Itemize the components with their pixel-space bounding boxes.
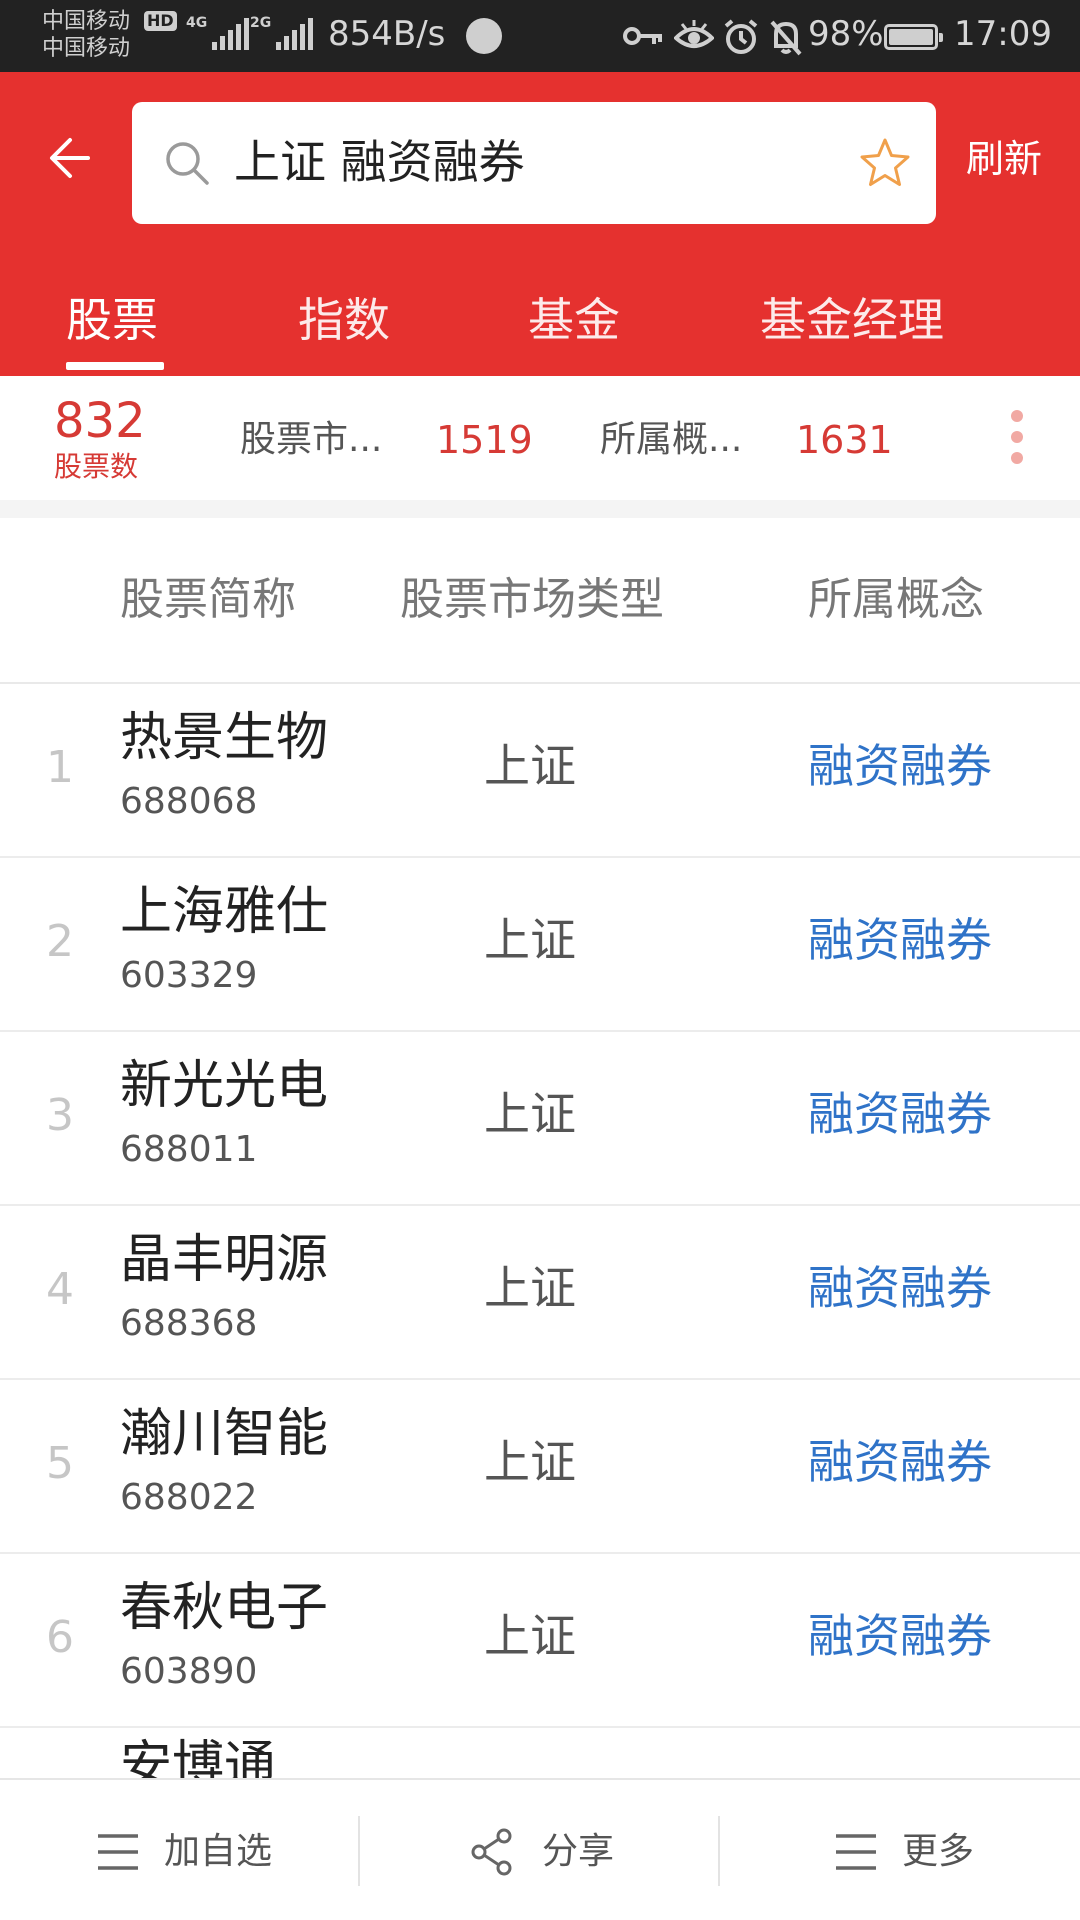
concept-link[interactable]: 融资融券 (808, 1084, 992, 1144)
row-rank: 5 (46, 1438, 74, 1489)
menu-lines-icon (836, 1834, 876, 1870)
share-label: 分享 (542, 1831, 615, 1872)
row-rank: 4 (46, 1264, 74, 1315)
row-rank: 2 (46, 916, 74, 967)
market-type: 上证 (484, 1435, 576, 1489)
menu-lines-icon (98, 1834, 138, 1870)
filter-market-type-count[interactable]: 1519 (436, 416, 533, 464)
status-bar: 中国移动 中国移动 HD 4G 2G 854B/s 98% 17:09 (0, 0, 1080, 72)
concept-link[interactable]: 融资融券 (808, 910, 992, 970)
share-icon (471, 1828, 512, 1876)
stock-code: 688368 (120, 1303, 258, 1344)
stock-name: 新光光电 (120, 1056, 329, 1116)
key-icon (623, 27, 662, 45)
table-row[interactable]: 5 瀚川智能 688022 上证 融资融券 (0, 1380, 1080, 1554)
signal-4g-icon: 4G (186, 15, 250, 50)
stock-name: 晶丰明源 (120, 1230, 329, 1290)
concept-link[interactable]: 融资融券 (808, 1258, 992, 1318)
table-row[interactable]: 2 上海雅仕 603329 上证 融资融券 (0, 858, 1080, 1032)
header: 上证 融资融券 刷新 股票 指数 基金 基金经理 (0, 72, 1080, 376)
favorite-star-icon[interactable] (858, 136, 912, 190)
filter-concept[interactable]: 所属概... (600, 416, 742, 464)
alarm-icon (724, 19, 758, 54)
column-header-name[interactable]: 股票简称 (120, 552, 296, 648)
table-header: 股票简称 股票市场类型 所属概念 (0, 518, 1080, 682)
add-to-watchlist-label: 加自选 (164, 1831, 273, 1872)
tab-indices[interactable]: 指数 (298, 290, 390, 350)
signal-2g-icon: 2G (250, 15, 314, 50)
battery-percent: 98% (808, 14, 884, 54)
search-query-text: 上证 融资融券 (234, 135, 525, 189)
concept-link[interactable]: 融资融券 (808, 736, 992, 796)
stock-count: 832 (54, 393, 146, 449)
tab-stocks[interactable]: 股票 (66, 290, 158, 350)
stock-count-label: 股票数 (54, 450, 139, 483)
stock-name: 热景生物 (120, 708, 329, 768)
net-speed: 854B/s (328, 14, 446, 54)
carrier-1: 中国移动 (42, 9, 131, 34)
row-rank: 3 (46, 1090, 74, 1141)
share-button[interactable]: 分享 (360, 1780, 718, 1920)
category-tabs: 股票 指数 基金 基金经理 (0, 276, 1080, 376)
column-header-market[interactable]: 股票市场类型 (400, 552, 672, 648)
stock-name: 上海雅仕 (120, 882, 329, 942)
stock-name: 瀚川智能 (120, 1404, 329, 1464)
stock-code: 688068 (120, 781, 258, 822)
table-row[interactable]: 6 春秋电子 603890 上证 融资融券 (0, 1554, 1080, 1728)
result-summary: 832 股票数 股票市... 1519 所属概... 1631 (0, 376, 1080, 500)
market-type: 上证 (484, 739, 576, 793)
stock-code: 603329 (120, 955, 258, 996)
search-icon (166, 142, 209, 185)
carrier-2: 中国移动 (42, 36, 131, 61)
table-row[interactable]: 1 热景生物 688068 上证 融资融券 (0, 684, 1080, 858)
market-type: 上证 (484, 1261, 576, 1315)
filter-market-type[interactable]: 股票市... (240, 416, 382, 464)
table-row[interactable]: 4 晶丰明源 688368 上证 融资融券 (0, 1206, 1080, 1380)
market-type: 上证 (484, 1609, 576, 1663)
active-tab-indicator (66, 362, 164, 370)
stock-code: 603890 (120, 1651, 258, 1692)
carrier-info: 中国移动 中国移动 (42, 8, 130, 62)
clock: 17:09 (954, 14, 1052, 54)
section-divider (0, 500, 1080, 518)
eye-icon (674, 20, 714, 48)
stock-list: 1 热景生物 688068 上证 融资融券 2 上海雅仕 603329 上证 融… (0, 684, 1080, 1788)
hd-badge: HD (144, 11, 177, 31)
signal-4g-label: 4G (186, 15, 208, 31)
row-rank: 1 (46, 742, 74, 793)
bottom-toolbar: 加自选 分享 更多 (0, 1778, 1080, 1920)
battery-icon (884, 24, 943, 50)
bell-off-icon (770, 20, 802, 56)
tab-fund-managers[interactable]: 基金经理 (760, 290, 944, 350)
more-label: 更多 (902, 1831, 975, 1872)
more-button[interactable]: 更多 (720, 1780, 1078, 1920)
add-to-watchlist-button[interactable]: 加自选 (0, 1780, 358, 1920)
tab-funds[interactable]: 基金 (528, 290, 620, 350)
row-rank: 6 (46, 1612, 74, 1663)
table-row[interactable]: 3 新光光电 688011 上证 融资融券 (0, 1032, 1080, 1206)
more-options-icon[interactable] (1008, 410, 1026, 470)
concept-link[interactable]: 融资融券 (808, 1606, 992, 1666)
stock-code: 688011 (120, 1129, 258, 1170)
app-notification-icon (466, 18, 502, 54)
filter-concept-count[interactable]: 1631 (796, 416, 893, 464)
column-header-concept[interactable]: 所属概念 (808, 552, 984, 648)
search-input[interactable]: 上证 融资融券 (132, 102, 936, 224)
stock-code: 688022 (120, 1477, 258, 1518)
screen: 中国移动 中国移动 HD 4G 2G 854B/s 98% 17:09 上证 融… (0, 0, 1080, 1920)
stock-name: 春秋电子 (120, 1578, 329, 1638)
back-arrow-icon[interactable] (44, 130, 100, 186)
market-type: 上证 (484, 913, 576, 967)
market-type: 上证 (484, 1087, 576, 1141)
concept-link[interactable]: 融资融券 (808, 1432, 992, 1492)
refresh-button[interactable]: 刷新 (966, 134, 1042, 184)
signal-2g-label: 2G (250, 15, 272, 31)
